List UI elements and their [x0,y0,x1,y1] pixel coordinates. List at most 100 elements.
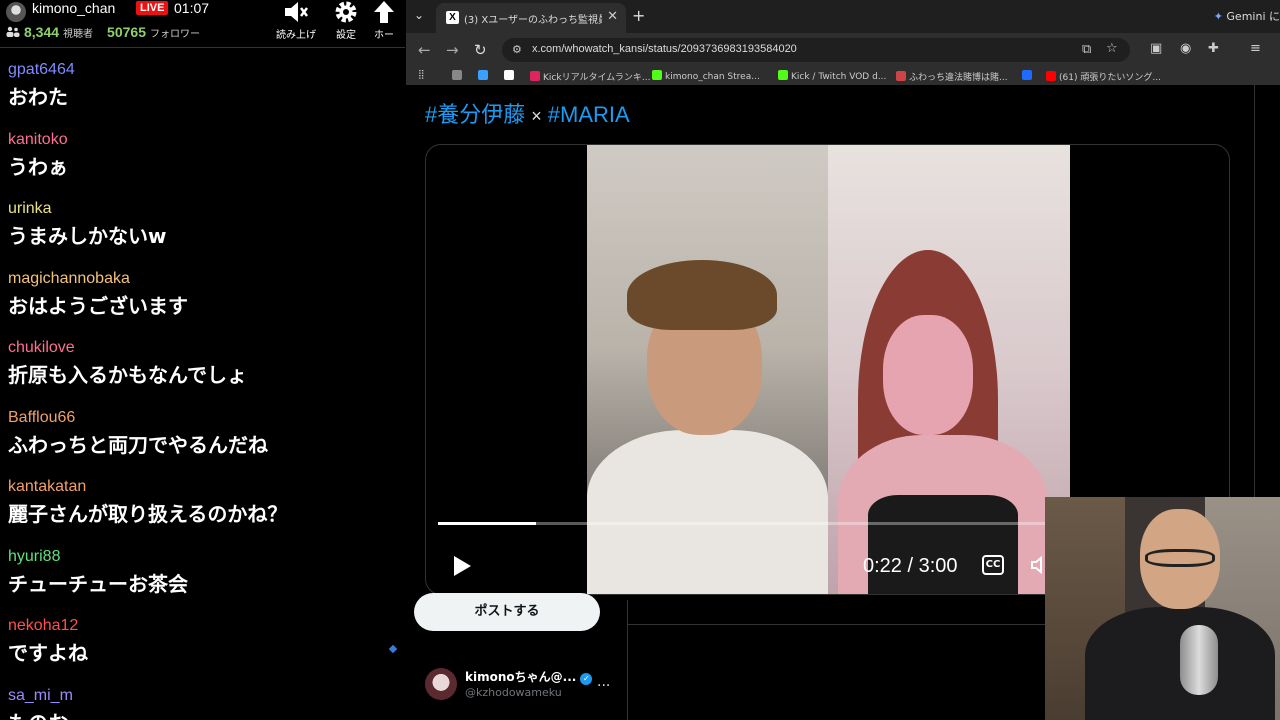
chat-message[interactable]: urinka うまみしかないw [0,197,405,267]
column-divider [627,600,628,720]
chat-message[interactable]: sa_mi_mものお [0,684,405,720]
bookmark-label: ふわっち違法賭博は賭... [909,73,1008,83]
chat-message[interactable]: kantakatan 麗子さんが取り扱えるのかね？ [0,475,405,545]
streamer-username[interactable]: kimono_chan [32,0,115,16]
hashtag-link-1[interactable]: #養分伊藤 [425,102,525,127]
bookmark-favicon-icon [530,71,540,81]
chat-username[interactable]: urinka [8,197,405,221]
chat-username[interactable]: kantakatan [8,475,405,499]
puzzle-icon[interactable]: ✚ [1208,41,1219,56]
account-handle: @kzhodowameku [465,686,562,699]
chat-text: 折原も入るかもなんでしょ [8,363,247,387]
bookmark-item[interactable]: Kick / Twitch VOD d... [778,70,886,82]
forward-icon[interactable]: → [446,41,459,59]
chat-message[interactable]: gpat6464 おわた [0,58,405,128]
settings-label: 設定 [336,30,356,41]
bookmark-item[interactable] [478,70,491,82]
chat-panel: kimono_chan LIVE 01:07 8,344 視聴者 50765 フ… [0,0,405,720]
chat-text: ふわっちと両刀でやるんだね [8,432,268,457]
chat-message[interactable]: chukilove 折原も入るかもなんでしょ [0,336,405,406]
url-field[interactable]: ⚙ x.com/whowatch_kansi/status/2093736983… [502,38,1130,62]
chat-text: うわぁ [8,154,68,179]
extension-icon-2[interactable]: ◉ [1180,41,1191,56]
chat-text: 麗子さんが取り扱えるのかね？ [8,502,288,526]
account-avatar[interactable] [425,668,457,700]
install-icon[interactable]: ⧉ [1082,42,1091,57]
home-button[interactable]: ホー [364,0,404,44]
read-aloud-button[interactable]: 読み上げ [274,0,318,44]
chat-text: チューチューお茶会 [8,571,188,596]
chat-username[interactable]: gpat6464 [8,58,405,82]
back-icon[interactable]: ← [418,41,431,59]
active-tab[interactable]: X (3) Xユーザーのふわっち監視員さん ✕ [436,3,626,33]
video-frame[interactable] [587,145,1070,594]
hair [627,260,777,330]
column-border [1254,85,1255,498]
read-aloud-label: 読み上げ [276,30,316,41]
close-icon[interactable]: ✕ [607,9,618,24]
stream-stats: 8,344 視聴者 50765 フォロワー [6,24,200,40]
hashtag-link-2[interactable]: #MARIA [548,102,630,127]
chat-username[interactable]: magichannobaka [8,267,405,291]
chat-text: うまみしかないw [8,224,167,248]
bookmark-star-icon[interactable]: ☆ [1106,41,1118,56]
chat-username[interactable]: Bafflou66 [8,406,405,430]
url-text: x.com/whowatch_kansi/status/209373698319… [532,43,797,55]
bookmark-item[interactable] [452,70,465,82]
bookmark-label: Kickリアルタイムランキ... [543,73,651,83]
video-right-person [828,145,1070,594]
settings-button[interactable]: 設定 [324,0,368,44]
chat-text: ですよね [8,641,88,665]
chat-username[interactable]: chukilove [8,336,405,360]
sparkle-icon: ✦ [1213,10,1223,23]
bookmark-favicon-icon [1046,71,1056,81]
extension-icon[interactable]: ▣ [1150,41,1162,56]
bookmark-favicon-icon [1022,70,1032,80]
chat-username[interactable]: sa_mi_m [8,684,405,708]
tab-search-icon[interactable]: ⌄ [414,8,430,24]
post-button[interactable]: ポストする [414,593,600,631]
chat-username[interactable]: nekoha12 [8,614,405,638]
streamer-avatar[interactable] [6,2,26,22]
bookmark-label: Kick / Twitch VOD d... [791,72,887,82]
chat-message[interactable]: hyuri88 チューチューお茶会 [0,545,405,615]
bookmark-item[interactable]: ふわっち違法賭博は賭... [896,70,1008,83]
chat-message[interactable]: Bafflou66 ふわっちと両刀でやるんだね [0,406,405,476]
play-icon[interactable] [446,551,476,581]
tab-title: (3) Xユーザーのふわっち監視員さん [464,15,602,26]
chat-username[interactable]: hyuri88 [8,545,405,569]
captions-button[interactable]: CC [982,555,1004,575]
top [868,495,1018,594]
bookmark-item[interactable] [504,70,517,82]
face [883,315,973,435]
video-time: 0:22 / 3:00 [863,555,958,577]
bookmark-item[interactable]: Kickリアルタイムランキ... [530,70,650,83]
chat-list[interactable]: gpat6464 おわた kanitoko うわぁ urinka うまみしかないw magi… [0,58,405,720]
apps-icon[interactable]: ⣿ [418,70,425,80]
new-tab-icon[interactable]: + [632,6,645,25]
bookmark-item[interactable]: kimono_chan Strea... [652,70,760,82]
video-left-person [587,145,828,594]
account-name: kimonoちゃん@... ✓ [465,668,593,685]
chat-username[interactable]: kanitoko [8,128,405,152]
stream-header: kimono_chan LIVE 01:07 8,344 視聴者 50765 フ… [0,0,405,48]
reload-icon[interactable]: ↻ [474,41,487,59]
account-name-text: kimonoちゃん@... [465,670,577,684]
chat-message[interactable]: kanitoko うわぁ [0,128,405,198]
chat-message[interactable]: magichannobaka おはようございます [0,267,405,337]
bookmark-favicon-icon [504,70,514,80]
x-logo-icon: X [446,11,459,24]
address-bar: ← → ↻ ⚙ x.com/whowatch_kansi/status/2093… [406,33,1280,67]
site-info-icon[interactable]: ⚙ [512,43,526,57]
more-icon[interactable]: ... [597,674,610,690]
chat-message[interactable]: nekoha12 ですよね [0,614,405,684]
bookmark-item[interactable] [1022,70,1035,82]
follower-label: フォロワー [149,29,200,40]
bookmark-favicon-icon [452,70,462,80]
bookmark-favicon-icon [778,70,788,80]
glasses [1145,549,1215,567]
bookmark-item[interactable]: (61) 頑張りたいソング... [1046,70,1161,83]
reading-list-icon[interactable]: ≡ [1250,41,1261,56]
post-hashtags: #養分伊藤 × #MARIA [425,97,630,129]
gemini-button[interactable]: ✦ Gemini に [1214,8,1280,24]
